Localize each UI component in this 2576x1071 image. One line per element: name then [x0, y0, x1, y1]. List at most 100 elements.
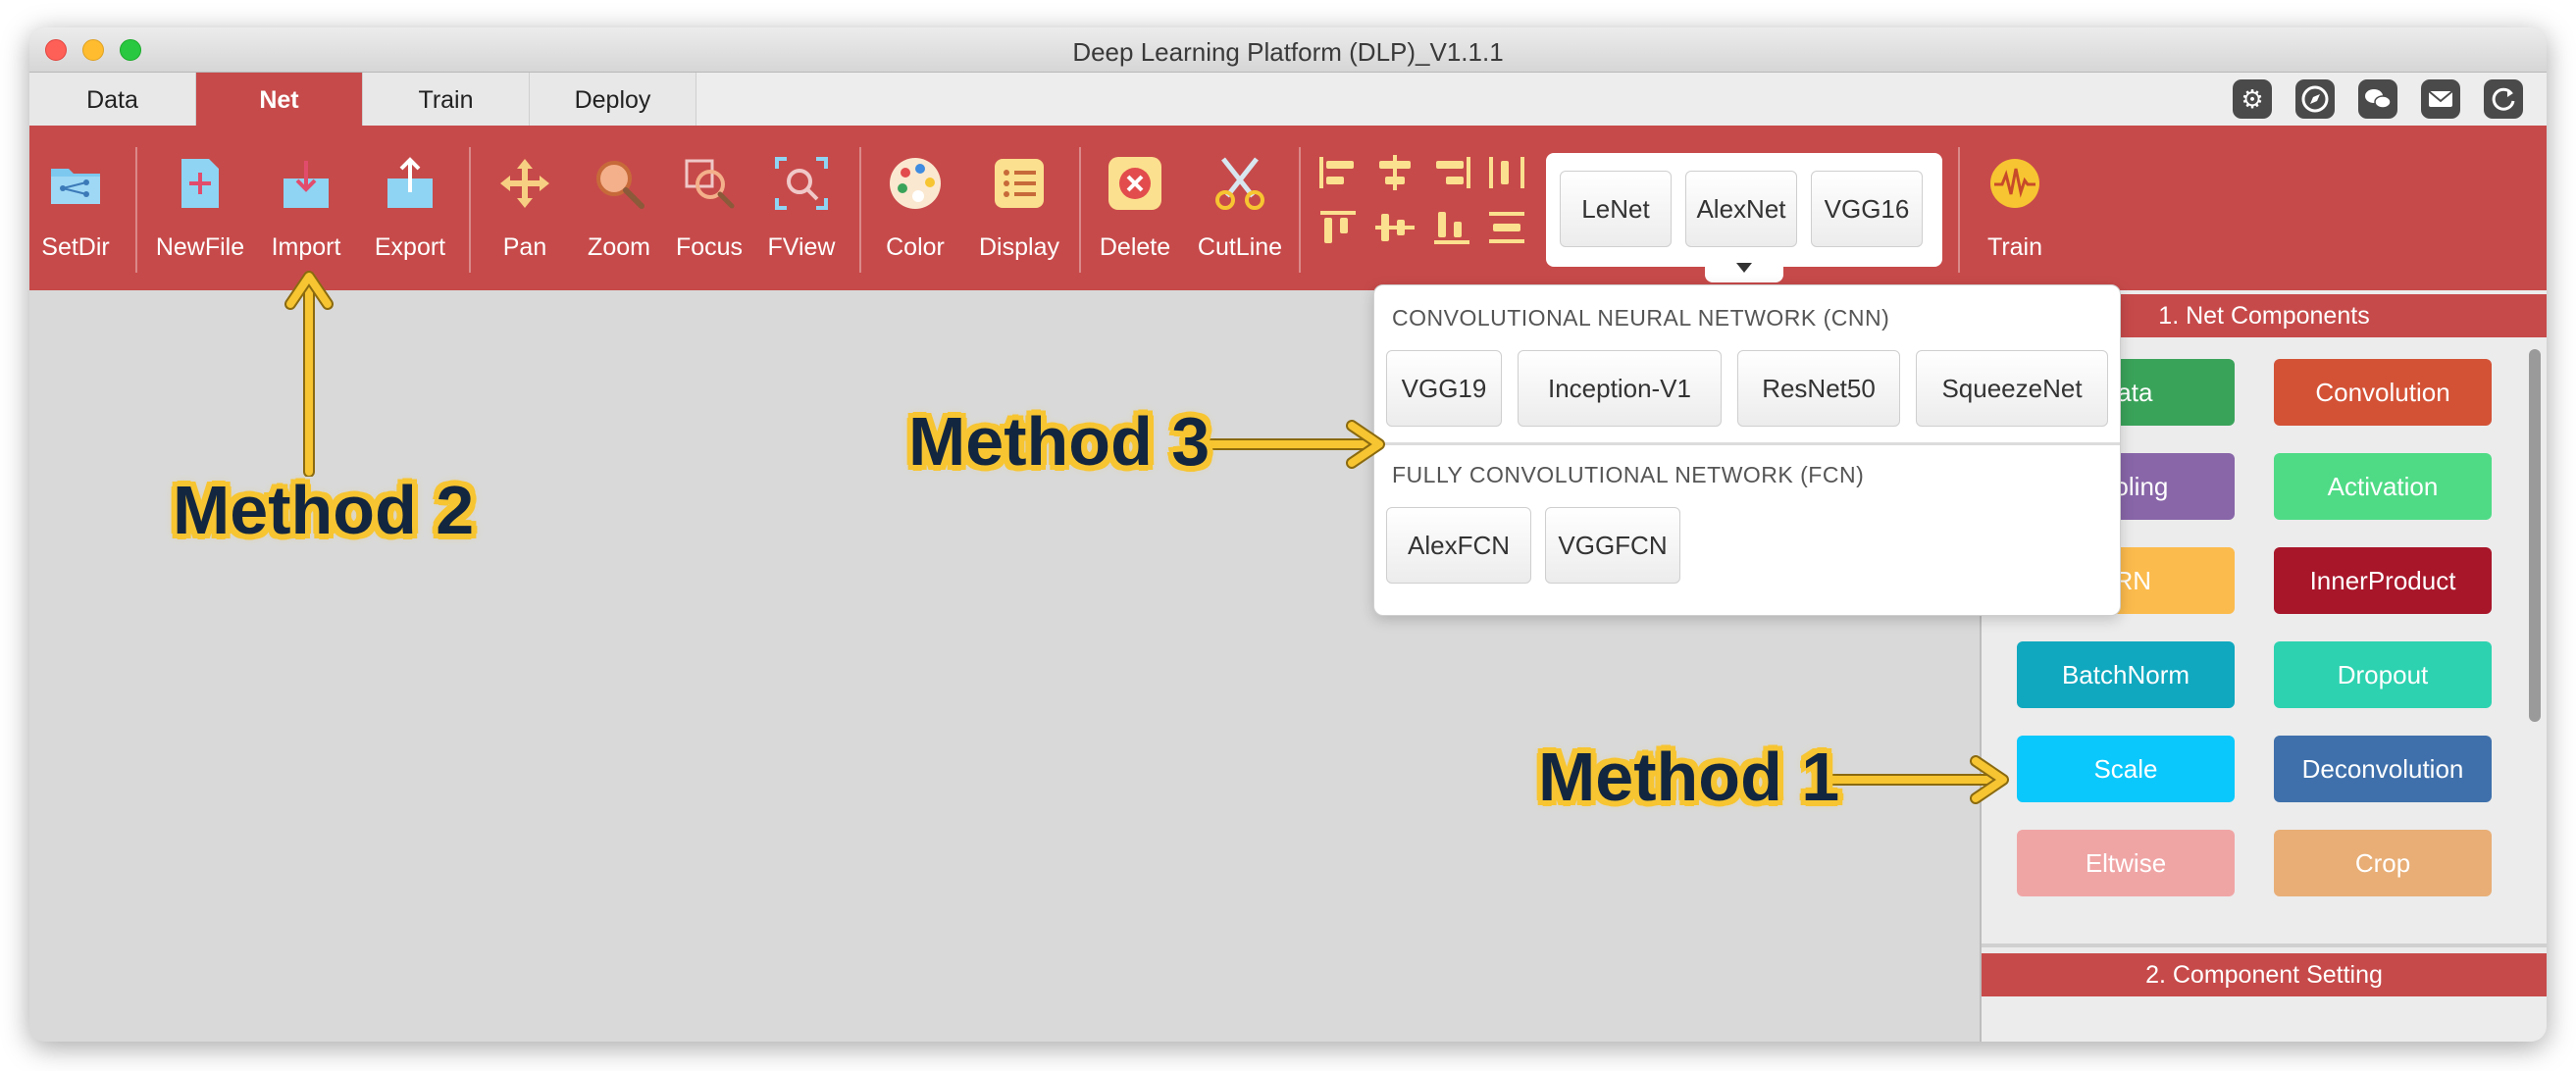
method2-annotation: Method 2: [173, 472, 475, 548]
export-label: Export: [374, 233, 446, 261]
component-activation-button[interactable]: Activation: [2274, 453, 2492, 520]
tab-data[interactable]: Data: [29, 73, 196, 126]
preset-models-box: LeNet AlexNet VGG16: [1546, 153, 1942, 267]
palette-icon: [890, 158, 941, 209]
zoom-label: Zoom: [588, 233, 650, 261]
align-top-icon[interactable]: [1316, 208, 1360, 247]
mail-icon[interactable]: [2421, 79, 2460, 119]
focus-label: Focus: [675, 233, 744, 261]
toolbar-divider: [1958, 147, 1960, 273]
color-button[interactable]: Color: [871, 126, 959, 290]
component-deconvolution-button[interactable]: Deconvolution: [2274, 736, 2492, 802]
component-batchnorm-button[interactable]: BatchNorm: [2017, 641, 2235, 708]
folder-tree-icon: [51, 169, 100, 204]
component-crop-button[interactable]: Crop: [2274, 830, 2492, 896]
scissors-icon: [1215, 157, 1264, 210]
gear-icon[interactable]: ⚙: [2233, 79, 2272, 119]
cutline-button[interactable]: CutLine: [1187, 126, 1293, 290]
component-scale-button[interactable]: Scale: [2017, 736, 2235, 802]
list-icon: [995, 159, 1044, 208]
model-vgg19-button[interactable]: VGG19: [1386, 350, 1502, 427]
dropdown-divider: [1374, 442, 2120, 445]
new-file-icon: [181, 159, 219, 208]
toolbar-divider: [469, 147, 471, 273]
export-button[interactable]: Export: [361, 126, 459, 290]
align-left-icon[interactable]: [1316, 153, 1360, 192]
zoom-button[interactable]: Zoom: [575, 126, 663, 290]
import-icon: [283, 161, 329, 208]
tab-bar: Data Net Train Deploy ⚙: [29, 73, 2547, 126]
delete-icon: [1108, 157, 1161, 210]
distribute-vertical-icon[interactable]: [1485, 208, 1528, 247]
component-convolution-button[interactable]: Convolution: [2274, 359, 2492, 426]
export-icon: [387, 157, 433, 208]
delete-button[interactable]: Delete: [1089, 126, 1181, 290]
preset-lenet-button[interactable]: LeNet: [1560, 171, 1672, 247]
train-label: Train: [1986, 233, 2043, 261]
method3-arrow-icon: [1203, 420, 1385, 469]
tab-train[interactable]: Train: [363, 73, 530, 126]
import-label: Import: [271, 233, 341, 261]
method3-annotation: Method 3: [908, 403, 1211, 480]
component-setting-header[interactable]: 2. Component Setting: [1982, 953, 2547, 996]
components-scrollbar[interactable]: [2529, 349, 2541, 722]
fview-label: FView: [767, 233, 836, 261]
wechat-icon[interactable]: [2358, 79, 2397, 119]
cnn-section-title: CONVOLUTIONAL NEURAL NETWORK (CNN): [1392, 305, 1890, 331]
pan-button[interactable]: Pan: [481, 126, 569, 290]
toolbar-divider: [1079, 147, 1081, 273]
waveform-icon: [1990, 159, 2039, 208]
preset-more-dropdown-toggle[interactable]: [1705, 253, 1783, 282]
pan-label: Pan: [502, 233, 547, 261]
panel-divider: [1982, 944, 2547, 947]
title-bar: Deep Learning Platform (DLP)_V1.1.1: [29, 27, 2547, 73]
refresh-icon[interactable]: [2484, 79, 2523, 119]
preset-alexnet-button[interactable]: AlexNet: [1685, 171, 1797, 247]
setdir-button[interactable]: SetDir: [35, 126, 116, 290]
model-inception-v1-button[interactable]: Inception-V1: [1518, 350, 1722, 427]
fcn-section-title: FULLY CONVOLUTIONAL NETWORK (FCN): [1392, 462, 1865, 487]
toolbar-divider: [1299, 147, 1301, 273]
model-squeezenet-button[interactable]: SqueezeNet: [1916, 350, 2108, 427]
tab-net[interactable]: Net: [196, 73, 363, 126]
model-alexfcn-button[interactable]: AlexFCN: [1386, 507, 1531, 584]
align-center-vertical-icon[interactable]: [1373, 208, 1417, 247]
cutline-label: CutLine: [1197, 233, 1283, 261]
full-view-icon: [775, 157, 828, 210]
component-eltwise-button[interactable]: Eltwise: [2017, 830, 2235, 896]
newfile-button[interactable]: NewFile: [149, 126, 251, 290]
toolbar-divider: [859, 147, 861, 273]
method2-arrow-icon: [284, 271, 334, 477]
align-bottom-icon[interactable]: [1430, 208, 1473, 247]
more-models-dropdown: CONVOLUTIONAL NEURAL NETWORK (CNN) VGG19…: [1373, 284, 2121, 616]
setdir-label: SetDir: [41, 233, 110, 261]
window-title: Deep Learning Platform (DLP)_V1.1.1: [1072, 37, 1504, 67]
ribbon-toolbar: SetDir NewFile Import Export Pan Zoom Fo…: [29, 126, 2547, 290]
component-innerproduct-button[interactable]: InnerProduct: [2274, 547, 2492, 614]
display-button[interactable]: Display: [965, 126, 1073, 290]
display-label: Display: [979, 233, 1059, 261]
toolbar-divider: [135, 147, 137, 273]
move-arrows-icon: [500, 159, 549, 208]
model-vggfcn-button[interactable]: VGGFCN: [1545, 507, 1680, 584]
delete-label: Delete: [1099, 233, 1171, 261]
focus-button[interactable]: Focus: [667, 126, 751, 290]
align-center-horizontal-icon[interactable]: [1373, 153, 1417, 192]
fview-button[interactable]: FView: [755, 126, 848, 290]
preset-vgg16-button[interactable]: VGG16: [1811, 171, 1923, 247]
tab-deploy[interactable]: Deploy: [530, 73, 696, 126]
color-label: Color: [886, 233, 945, 261]
method1-arrow-icon: [1827, 755, 2009, 804]
magnifier-icon: [596, 161, 644, 209]
align-right-icon[interactable]: [1430, 153, 1473, 192]
triangle-down-icon: [1736, 263, 1752, 273]
train-button[interactable]: Train: [1972, 126, 2058, 290]
distribute-horizontal-icon[interactable]: [1485, 153, 1528, 192]
compass-icon[interactable]: [2295, 79, 2335, 119]
component-dropout-button[interactable]: Dropout: [2274, 641, 2492, 708]
model-resnet50-button[interactable]: ResNet50: [1737, 350, 1900, 427]
focus-magnifier-icon: [685, 159, 735, 209]
import-button[interactable]: Import: [257, 126, 355, 290]
method1-annotation: Method 1: [1538, 739, 1840, 815]
newfile-label: NewFile: [155, 233, 245, 261]
